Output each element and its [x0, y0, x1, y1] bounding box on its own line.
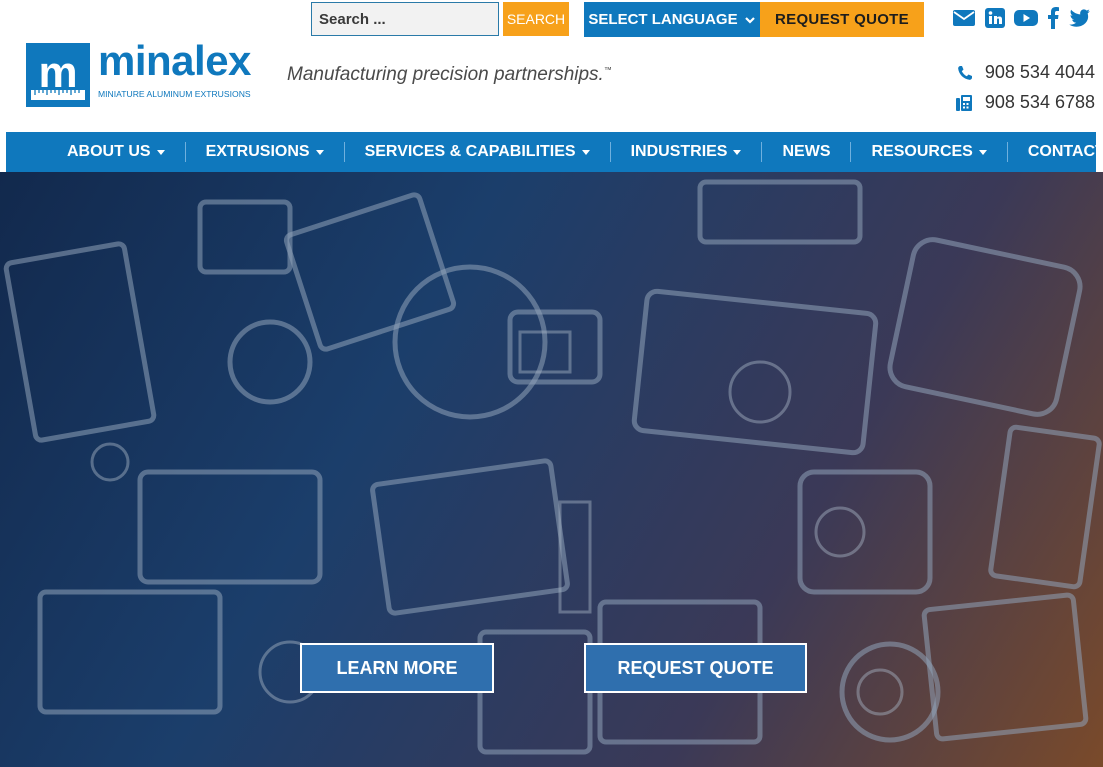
nav-item-resources[interactable]: RESOURCES [851, 142, 1008, 162]
caret-down-icon [156, 149, 165, 155]
caret-down-icon [581, 149, 590, 155]
linkedin-icon[interactable] [985, 8, 1005, 28]
caret-down-icon [315, 149, 324, 155]
tagline: Manufacturing precision partnerships.™ [287, 64, 612, 86]
chevron-down-icon [744, 16, 755, 24]
nav-item-industries[interactable]: INDUSTRIES [611, 142, 763, 162]
nav-item-label: RESOURCES [871, 143, 973, 160]
caret-down-icon [978, 149, 987, 155]
nav-item-label: SERVICES & CAPABILITIES [364, 143, 576, 160]
nav-item-news[interactable]: NEWS [762, 142, 852, 162]
site-logo[interactable]: m minalex MINIATURE ALUMINUM EXTRUSIONS [26, 37, 258, 107]
nav-item-label: INDUSTRIES [630, 143, 728, 160]
fax-icon [955, 94, 972, 111]
language-select-label: SELECT LANGUAGE [588, 11, 738, 28]
facebook-icon[interactable] [1047, 7, 1059, 29]
learn-more-button[interactable]: LEARN MORE [300, 643, 494, 693]
fax-contact: 908 534 6788 [955, 92, 1095, 113]
svg-text:m: m [38, 48, 77, 97]
nav-item-label: EXTRUSIONS [205, 143, 310, 160]
search-input[interactable] [311, 2, 499, 36]
trademark-mark: ™ [603, 65, 612, 75]
youtube-icon[interactable] [1014, 9, 1038, 27]
phone-icon [958, 65, 972, 80]
caret-down-icon [733, 149, 742, 155]
hero-background-image [3, 179, 1102, 755]
nav-item-about-us[interactable]: ABOUT US [48, 142, 186, 162]
phone-contact[interactable]: 908 534 4044 [957, 62, 1095, 83]
header-request-quote-button[interactable]: REQUEST QUOTE [760, 2, 924, 37]
main-nav: ABOUT US EXTRUSIONS SERVICES & CAPABILIT… [6, 132, 1103, 172]
language-select[interactable]: SELECT LANGUAGE [584, 2, 760, 37]
tagline-text: Manufacturing precision partnerships. [287, 64, 604, 85]
nav-item-services-capabilities[interactable]: SERVICES & CAPABILITIES [345, 142, 611, 162]
envelope-icon[interactable] [952, 8, 976, 28]
nav-item-label: CONTACT [1027, 143, 1103, 160]
nav-item-contact[interactable]: CONTACT [1008, 142, 1103, 162]
logo-wordmark: minalex [98, 37, 251, 84]
phone-number: 908 534 4044 [984, 62, 1095, 82]
nav-item-extrusions[interactable]: EXTRUSIONS [186, 142, 345, 162]
nav-item-label: ABOUT US [67, 143, 151, 160]
social-links [952, 7, 1090, 29]
nav-item-label: NEWS [782, 143, 831, 160]
logo-subtitle: MINIATURE ALUMINUM EXTRUSIONS [98, 89, 251, 99]
hero-banner: LEARN MORE REQUEST QUOTE [0, 172, 1103, 767]
twitter-icon[interactable] [1068, 9, 1090, 27]
fax-number: 908 534 6788 [984, 92, 1095, 112]
hero-request-quote-button[interactable]: REQUEST QUOTE [584, 643, 807, 693]
search-button[interactable]: SEARCH [503, 2, 569, 36]
logo-mark: m [26, 43, 90, 107]
